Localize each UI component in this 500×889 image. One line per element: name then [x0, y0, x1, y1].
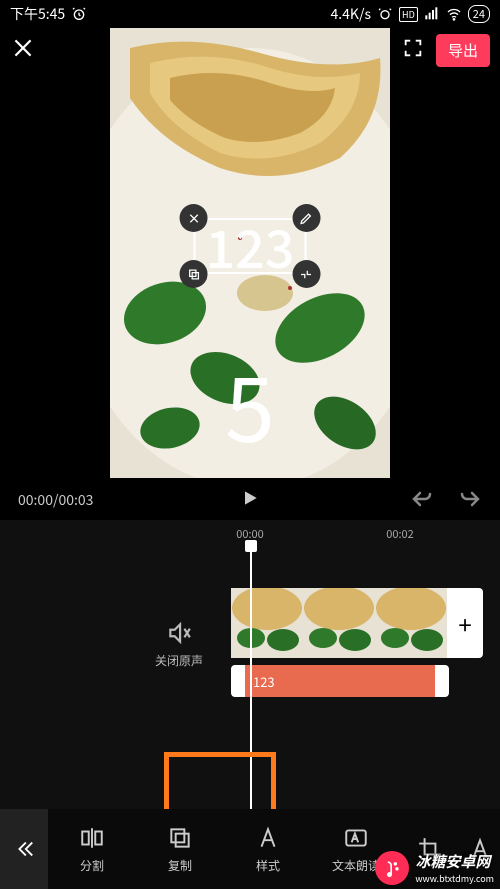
time-display: 00:00/00:03 [18, 490, 93, 510]
text-overlay-content: 123 [206, 208, 295, 283]
copy-icon [167, 825, 193, 851]
text-overlay-editor[interactable]: 123 [194, 218, 307, 274]
text-scale-handle[interactable] [292, 260, 320, 288]
alarm-icon-2 [377, 6, 393, 22]
tts-button[interactable]: 文本朗读 [312, 825, 400, 874]
alarm-icon [71, 6, 87, 22]
copy-button[interactable]: 复制 [136, 825, 224, 874]
text-clip-label: 123 [253, 672, 275, 691]
tts-icon [343, 825, 369, 851]
clip-left-handle[interactable] [231, 665, 245, 697]
clip-right-handle[interactable] [435, 665, 449, 697]
video-clip-thumb[interactable] [231, 588, 303, 658]
export-button[interactable]: 导出 [436, 34, 490, 67]
fullscreen-button[interactable] [402, 37, 424, 64]
style-button[interactable]: 样式 [224, 825, 312, 874]
more-tool-1[interactable] [400, 825, 460, 874]
status-speed: 4.4K/s [331, 4, 372, 24]
battery-icon: 24 [468, 5, 490, 23]
split-button[interactable]: 分割 [48, 825, 136, 874]
video-preview[interactable]: 123 5 [110, 28, 390, 478]
crop-icon [417, 836, 443, 862]
video-clip-thumb[interactable] [303, 588, 375, 658]
wifi-icon [446, 6, 462, 22]
video-track[interactable]: + [231, 588, 483, 658]
timeline[interactable]: 00:00 00:02 关闭原声 + 123 [0, 520, 500, 809]
text-delete-handle[interactable] [180, 204, 208, 232]
playback-controls: 00:00/00:03 [0, 480, 500, 520]
text-edit-handle[interactable] [292, 204, 320, 232]
play-button[interactable] [240, 488, 260, 513]
status-bar: 下午5:45 4.4K/s HD 24 [0, 0, 500, 28]
redo-button[interactable] [458, 486, 482, 515]
more-tool-2[interactable] [460, 825, 500, 874]
undo-button[interactable] [410, 486, 434, 515]
text-copy-handle[interactable] [180, 260, 208, 288]
add-clip-button[interactable]: + [447, 588, 483, 658]
video-clip-thumb[interactable] [375, 588, 447, 658]
toolbar-back-button[interactable] [0, 809, 48, 889]
countdown-number: 5 [225, 338, 275, 468]
status-time: 下午5:45 [10, 4, 65, 24]
font-icon [467, 836, 493, 862]
split-icon [79, 825, 105, 851]
hd-icon: HD [399, 7, 418, 22]
close-button[interactable] [10, 35, 36, 66]
bottom-toolbar: 分割 复制 样式 文本朗读 [0, 809, 500, 889]
style-icon [255, 825, 281, 851]
text-track-clip[interactable]: 123 [231, 665, 449, 697]
signal-icon [424, 6, 440, 22]
mute-original-button[interactable]: 关闭原声 [155, 620, 203, 669]
